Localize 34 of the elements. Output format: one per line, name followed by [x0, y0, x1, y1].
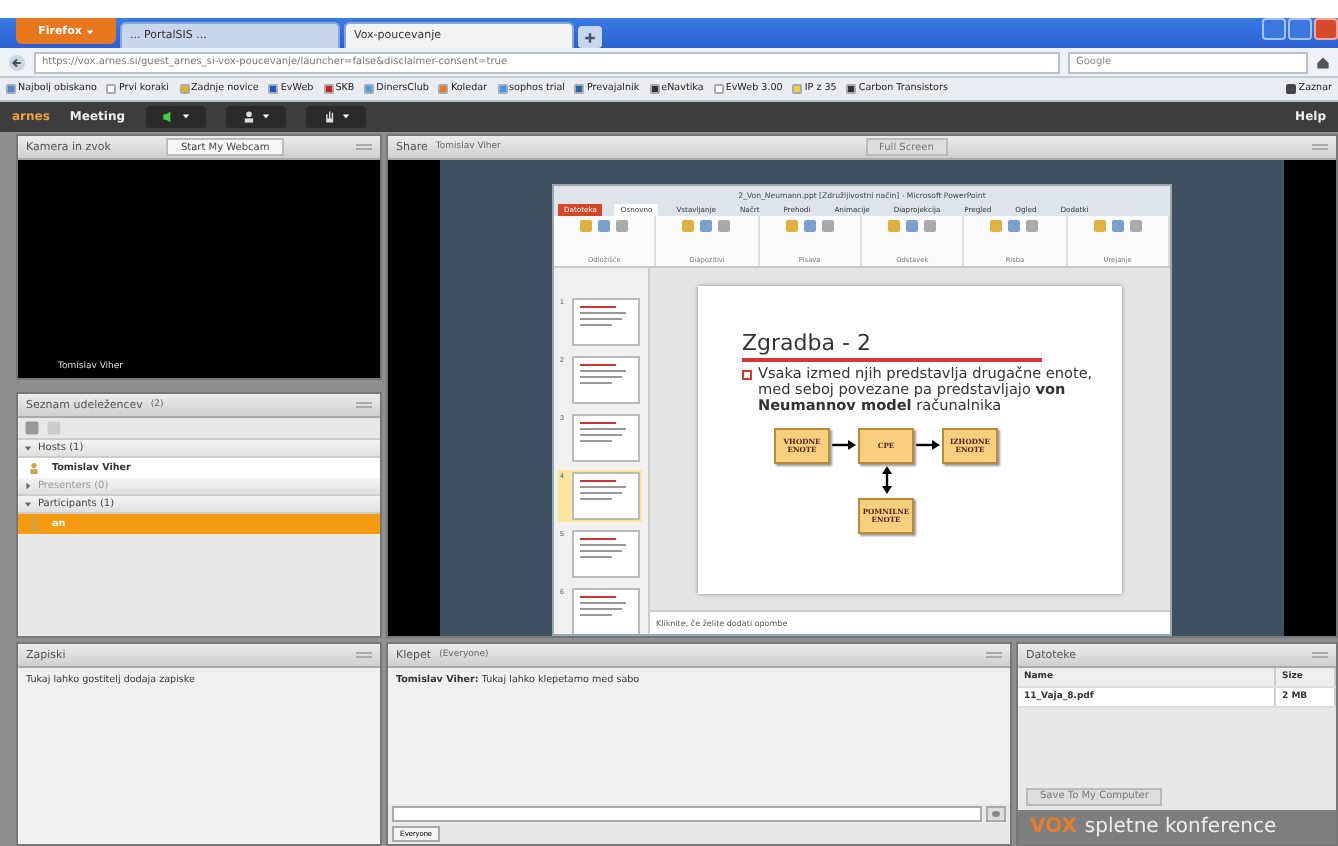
double-arrow	[881, 465, 891, 493]
list-view-icon	[24, 420, 40, 436]
caret-icon	[261, 112, 270, 121]
caret-icon	[181, 112, 190, 121]
maximize-button[interactable]	[1288, 18, 1312, 40]
send-button[interactable]	[986, 806, 1006, 822]
arrow	[916, 440, 940, 450]
plus-icon	[584, 31, 596, 44]
person-icon	[241, 109, 256, 124]
brand-text: spletne konference	[1084, 816, 1277, 838]
speech-bubble-icon	[990, 809, 1002, 819]
hand-icon	[321, 109, 336, 124]
home-icon	[1316, 55, 1330, 70]
minimize-button[interactable]	[1262, 18, 1286, 40]
caret-down-icon	[24, 444, 32, 452]
caret-down-icon	[24, 500, 32, 508]
bullet-icon	[742, 369, 752, 379]
speaker-icon	[161, 109, 176, 124]
brand-logo: VOX	[1030, 816, 1077, 838]
new-tab-button[interactable]	[578, 26, 602, 49]
status-button[interactable]	[305, 105, 366, 128]
back-icon	[8, 53, 26, 72]
camera-button[interactable]	[225, 105, 286, 128]
person-icon	[28, 518, 40, 530]
audio-button[interactable]	[145, 105, 206, 128]
sort-icon	[46, 420, 62, 436]
caret-icon	[341, 112, 350, 121]
caret-icon	[85, 27, 94, 35]
slide-title: Zgradba - 2	[742, 329, 1042, 361]
person-icon	[28, 462, 40, 474]
chat-input[interactable]	[392, 806, 982, 822]
caret-right-icon	[24, 482, 32, 490]
close-button[interactable]	[1314, 18, 1338, 40]
arrow	[832, 440, 856, 450]
